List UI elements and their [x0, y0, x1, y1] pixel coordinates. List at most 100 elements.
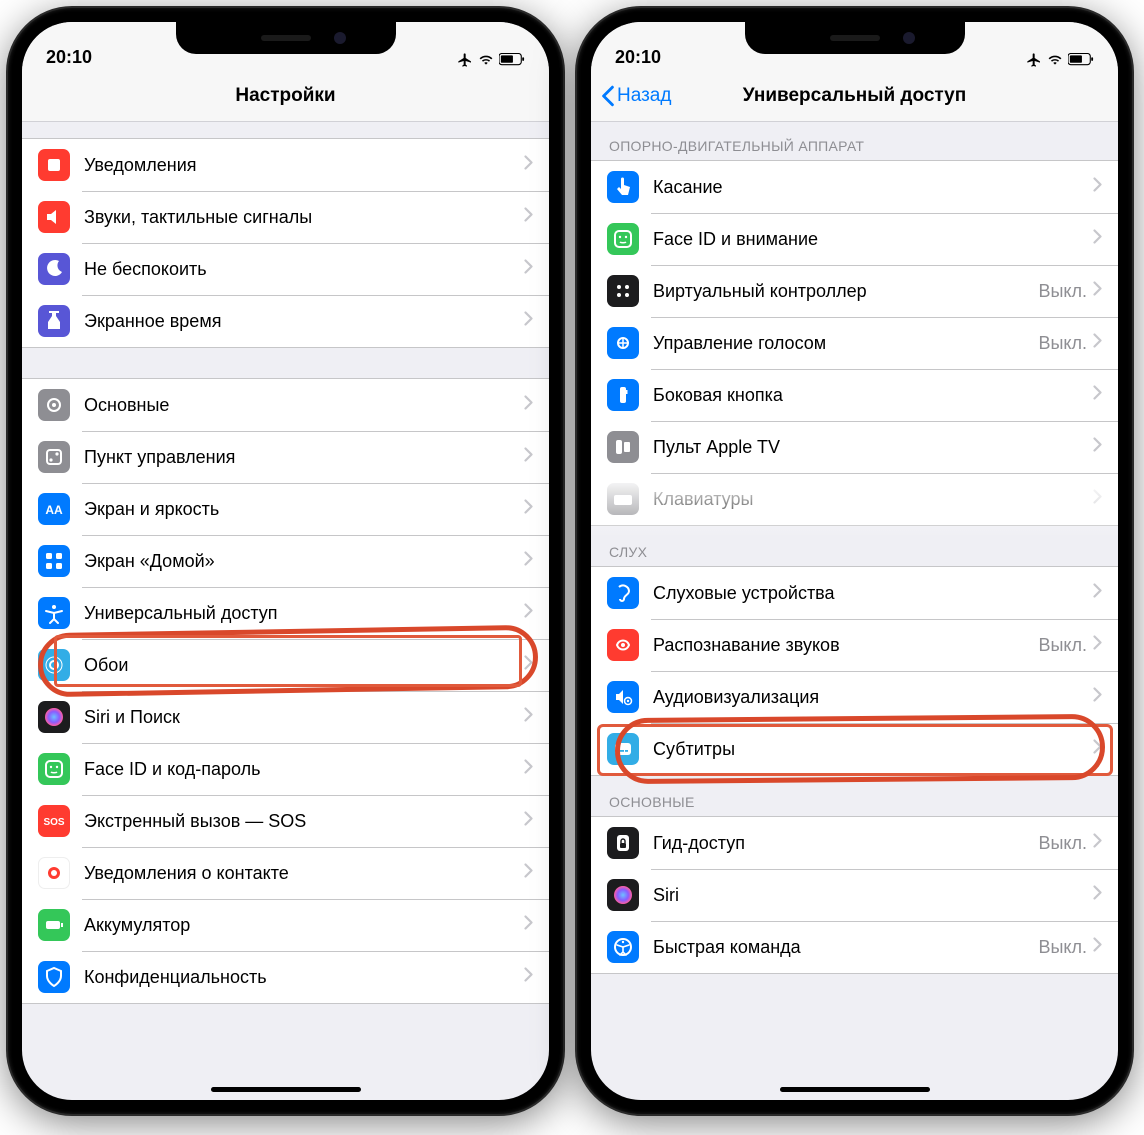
settings-row-homescreen[interactable]: Экран «Домой»: [22, 535, 549, 587]
settings-row-label: Боковая кнопка: [653, 385, 1093, 406]
settings-row-general[interactable]: Основные: [22, 379, 549, 431]
home-indicator[interactable]: [211, 1087, 361, 1092]
settings-row-siri[interactable]: Siri и Поиск: [22, 691, 549, 743]
settings-row-label: Конфиденциальность: [84, 967, 524, 988]
section-header: ОСНОВНЫЕ: [591, 776, 1118, 816]
battery-icon: [38, 909, 70, 941]
display-icon: AA: [38, 493, 70, 525]
settings-row-subtitles[interactable]: Субтитры: [591, 723, 1118, 775]
settings-row-label: Пульт Apple TV: [653, 437, 1093, 458]
settings-row-siri2[interactable]: Siri: [591, 869, 1118, 921]
status-indicators: [1026, 52, 1094, 68]
settings-row-value: Выкл.: [1038, 281, 1087, 302]
wifi-icon: [1046, 53, 1064, 67]
chevron-left-icon: [601, 85, 615, 107]
settings-row-exposure[interactable]: Уведомления о контакте: [22, 847, 549, 899]
chevron-right-icon: [1093, 333, 1102, 353]
settings-row-voice[interactable]: Управление голосом Выкл.: [591, 317, 1118, 369]
chevron-right-icon: [1093, 385, 1102, 405]
chevron-right-icon: [524, 447, 533, 467]
notch: [745, 22, 965, 54]
airplane-icon: [1026, 52, 1042, 68]
settings-row-wallpaper[interactable]: Обои: [22, 639, 549, 691]
status-time: 20:10: [615, 47, 715, 68]
settings-row-dnd[interactable]: Не беспокоить: [22, 243, 549, 295]
settings-row-label: Экстренный вызов — SOS: [84, 811, 524, 832]
hearingdev-icon: [607, 577, 639, 609]
chevron-right-icon: [524, 395, 533, 415]
settings-row-switch[interactable]: Виртуальный контроллер Выкл.: [591, 265, 1118, 317]
homescreen-icon: [38, 545, 70, 577]
exposure-icon: [38, 857, 70, 889]
status-time: 20:10: [46, 47, 146, 68]
dnd-icon: [38, 253, 70, 285]
chevron-right-icon: [524, 499, 533, 519]
svg-text:SOS: SOS: [43, 817, 64, 828]
chevron-right-icon: [1093, 937, 1102, 957]
settings-row-hearingdev[interactable]: Слуховые устройства: [591, 567, 1118, 619]
chevron-right-icon: [524, 603, 533, 623]
settings-row-touch[interactable]: Касание: [591, 161, 1118, 213]
settings-row-appletv[interactable]: Пульт Apple TV: [591, 421, 1118, 473]
chevron-right-icon: [524, 207, 533, 227]
settings-row-label: Уведомления о контакте: [84, 863, 524, 884]
chevron-right-icon: [1093, 833, 1102, 853]
settings-row-label: Аудиовизуализация: [653, 687, 1093, 708]
settings-row-soundrec[interactable]: Распознавание звуков Выкл.: [591, 619, 1118, 671]
settings-row-guided[interactable]: Гид-доступ Выкл.: [591, 817, 1118, 869]
home-indicator[interactable]: [780, 1087, 930, 1092]
settings-row-faceid[interactable]: Face ID и код-пароль: [22, 743, 549, 795]
settings-row-privacy[interactable]: Конфиденциальность: [22, 951, 549, 1003]
settings-row-shortcut[interactable]: Быстрая команда Выкл.: [591, 921, 1118, 973]
chevron-right-icon: [1093, 687, 1102, 707]
chevron-right-icon: [524, 259, 533, 279]
wifi-icon: [477, 53, 495, 67]
side-icon: [607, 379, 639, 411]
settings-row-label: Экран «Домой»: [84, 551, 524, 572]
keyboards-icon: [607, 483, 639, 515]
settings-row-display[interactable]: AA Экран и яркость: [22, 483, 549, 535]
settings-row-side[interactable]: Боковая кнопка: [591, 369, 1118, 421]
notch: [176, 22, 396, 54]
settings-row-sos[interactable]: SOS Экстренный вызов — SOS: [22, 795, 549, 847]
settings-row-accessibility[interactable]: Универсальный доступ: [22, 587, 549, 639]
settings-row-label: Основные: [84, 395, 524, 416]
faceid-icon: [38, 753, 70, 785]
section-header: ОПОРНО-ДВИГАТЕЛЬНЫЙ АППАРАТ: [591, 120, 1118, 160]
settings-row-screentime[interactable]: Экранное время: [22, 295, 549, 347]
settings-row-label: Face ID и внимание: [653, 229, 1093, 250]
settings-row-faceid[interactable]: Face ID и внимание: [591, 213, 1118, 265]
subtitles-icon: [607, 733, 639, 765]
back-label: Назад: [617, 85, 671, 107]
chevron-right-icon: [524, 759, 533, 779]
settings-row-label: Экранное время: [84, 311, 524, 332]
chevron-right-icon: [1093, 177, 1102, 197]
back-button[interactable]: Назад: [601, 85, 671, 107]
settings-row-label: Гид-доступ: [653, 833, 1038, 854]
chevron-right-icon: [1093, 229, 1102, 249]
audiovis-icon: [607, 681, 639, 713]
section-header: СЛУХ: [591, 526, 1118, 566]
switch-icon: [607, 275, 639, 307]
nav-bar: Назад Универсальный доступ: [591, 70, 1118, 122]
settings-row-controlcenter[interactable]: Пункт управления: [22, 431, 549, 483]
shortcut-icon: [607, 931, 639, 963]
settings-row-keyboards[interactable]: Клавиатуры: [591, 473, 1118, 525]
chevron-right-icon: [524, 551, 533, 571]
settings-row-label: Уведомления: [84, 155, 524, 176]
settings-row-value: Выкл.: [1038, 333, 1087, 354]
settings-row-audiovis[interactable]: Аудиовизуализация: [591, 671, 1118, 723]
settings-row-battery[interactable]: Аккумулятор: [22, 899, 549, 951]
status-indicators: [457, 52, 525, 68]
notifications-icon: [38, 149, 70, 181]
nav-bar: Настройки: [22, 70, 549, 122]
settings-row-label: Пункт управления: [84, 447, 524, 468]
settings-row-notifications[interactable]: Уведомления: [22, 139, 549, 191]
appletv-icon: [607, 431, 639, 463]
chevron-right-icon: [524, 655, 533, 675]
settings-row-sounds[interactable]: Звуки, тактильные сигналы: [22, 191, 549, 243]
siri-icon: [38, 701, 70, 733]
accessibility-icon: [38, 597, 70, 629]
soundrec-icon: [607, 629, 639, 661]
phone-mockup-left: 20:10 Настройки Уведомления Звуки, такти…: [8, 8, 563, 1114]
